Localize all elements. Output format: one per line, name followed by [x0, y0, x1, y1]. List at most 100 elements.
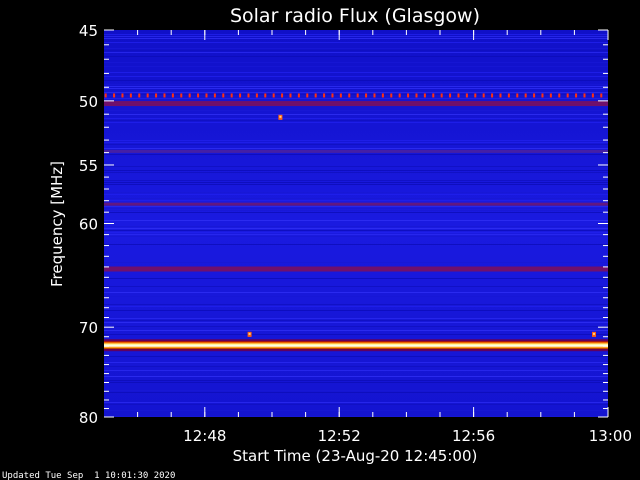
- noise-stripe: [104, 198, 608, 199]
- noise-stripe: [104, 182, 608, 183]
- noise-stripe: [104, 392, 608, 393]
- burst-dot: [558, 93, 561, 98]
- burst-dot: [138, 93, 141, 98]
- burst-dot: [129, 93, 132, 98]
- noise-stripe: [104, 122, 608, 123]
- burst-dot: [213, 93, 216, 98]
- noise-stripe: [104, 318, 608, 319]
- noise-stripe: [104, 62, 608, 63]
- burst-dot: [549, 93, 552, 98]
- noise-stripe: [104, 172, 608, 173]
- noise-stripe: [104, 380, 608, 381]
- y-tick-label: 60: [79, 216, 98, 234]
- noise-stripe: [104, 34, 608, 35]
- burst-dot: [146, 93, 149, 98]
- noise-stripe: [104, 362, 608, 363]
- y-tick-label: 50: [79, 93, 98, 111]
- burst-dot: [365, 93, 368, 98]
- burst-dot: [239, 93, 242, 98]
- burst-dot: [390, 93, 393, 98]
- noise-stripe: [104, 92, 608, 93]
- noise-stripe: [104, 382, 608, 383]
- noise-stripe: [104, 402, 608, 403]
- burst-dot: [432, 93, 435, 98]
- burst-dot: [323, 93, 326, 98]
- noise-stripe: [104, 338, 608, 339]
- burst-dot: [533, 93, 536, 98]
- noise-stripe: [104, 192, 608, 193]
- burst-dot: [583, 93, 586, 98]
- noise-stripe: [104, 52, 608, 53]
- noise-stripe: [104, 328, 608, 329]
- noise-stripe: [104, 404, 608, 405]
- noise-stripe: [104, 140, 608, 141]
- burst-dot: [407, 93, 410, 98]
- noise-stripe: [104, 232, 608, 233]
- noise-stripe: [104, 228, 608, 229]
- band: [104, 149, 608, 153]
- burst-dot: [600, 93, 603, 98]
- noise-stripe: [104, 86, 608, 87]
- noise-stripe: [104, 296, 608, 297]
- noise-stripe: [104, 42, 608, 43]
- burst-dot: [113, 93, 116, 98]
- burst-dot: [205, 93, 208, 98]
- burst-dot: [457, 93, 460, 98]
- burst-dot: [289, 93, 292, 98]
- noise-stripe: [104, 262, 608, 263]
- noise-stripe: [104, 304, 608, 305]
- burst-dot: [516, 93, 519, 98]
- burst-dot: [524, 93, 527, 98]
- burst-dot: [507, 93, 510, 98]
- noise-stripe: [104, 376, 608, 377]
- burst-dot: [314, 93, 317, 98]
- burst-dot: [306, 93, 309, 98]
- burst-dot: [247, 93, 250, 98]
- noise-stripe: [104, 244, 608, 245]
- burst-dot: [415, 93, 418, 98]
- y-tick-labels: 45 50 55 60 70 80: [79, 22, 98, 427]
- noise-stripe: [104, 66, 608, 67]
- burst-dot: [104, 93, 107, 98]
- burst-dot: [171, 93, 174, 98]
- burst-dot: [440, 93, 443, 98]
- noise-stripe: [104, 110, 608, 111]
- noise-stripe: [104, 236, 608, 237]
- band: [104, 101, 608, 107]
- noise-stripe: [104, 330, 608, 331]
- burst-dot: [465, 93, 468, 98]
- burst-dot: [348, 93, 351, 98]
- burst-dot: [264, 93, 267, 98]
- burst-dot: [121, 93, 124, 98]
- burst-dot: [381, 93, 384, 98]
- noise-stripe: [104, 352, 608, 353]
- noise-stripe: [104, 118, 608, 119]
- noise-stripe: [104, 354, 608, 355]
- burst-dot: [180, 93, 183, 98]
- burst-dot: [474, 93, 477, 98]
- spot-core: [248, 332, 251, 335]
- burst-dot: [230, 93, 233, 98]
- noise-stripe: [104, 154, 608, 155]
- burst-dot: [373, 93, 376, 98]
- noise-stripe: [104, 194, 608, 195]
- noise-stripe: [104, 36, 608, 37]
- band: [104, 202, 608, 206]
- burst-dot: [339, 93, 342, 98]
- noise-stripe: [104, 144, 608, 145]
- noise-stripe: [104, 390, 608, 391]
- noise-stripe: [104, 212, 608, 213]
- noise-stripe: [104, 292, 608, 293]
- noise-stripe: [104, 322, 608, 323]
- burst-dot: [356, 93, 359, 98]
- noise-stripe: [104, 180, 608, 181]
- burst-dot: [398, 93, 401, 98]
- burst-dot: [423, 93, 426, 98]
- updated-timestamp: Updated Tue Sep 1 10:01:30 2020: [2, 471, 175, 480]
- burst-dot: [482, 93, 485, 98]
- burst-dot: [281, 93, 284, 98]
- x-tick-label: 12:52: [318, 427, 361, 445]
- noise-stripe: [104, 184, 608, 185]
- noise-stripe: [104, 208, 608, 209]
- burst-dot: [566, 93, 569, 98]
